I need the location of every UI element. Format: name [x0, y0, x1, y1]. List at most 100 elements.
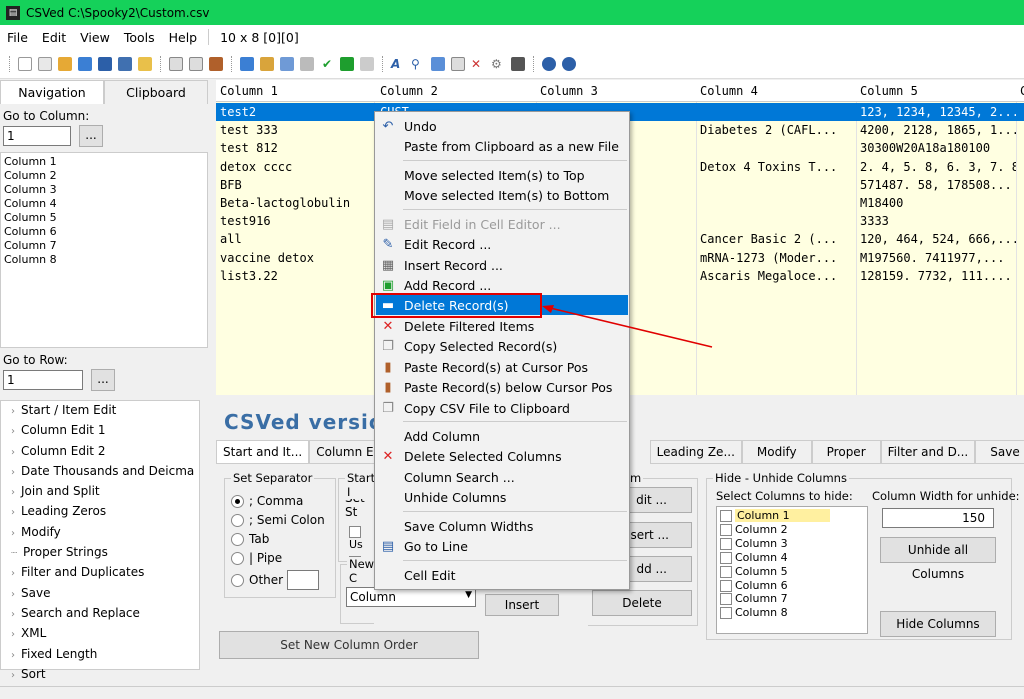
- table-cell[interactable]: Ascaris Megaloce...: [696, 267, 856, 285]
- menu-file[interactable]: File: [0, 30, 35, 45]
- table-cell[interactable]: [696, 212, 856, 230]
- table-cell[interactable]: test 812: [216, 139, 374, 157]
- delete-item-button[interactable]: Delete: [592, 590, 692, 616]
- other-separator-input[interactable]: [287, 570, 320, 590]
- menu-item-go-to-line[interactable]: ▤ Go to Line: [376, 536, 628, 556]
- list-item[interactable]: Column 3: [1, 183, 207, 197]
- tree-item[interactable]: › Sort: [1, 665, 199, 685]
- hide-column-item[interactable]: Column 1: [720, 509, 867, 523]
- table-cell[interactable]: all: [216, 230, 374, 248]
- hide-column-item[interactable]: Column 4: [720, 551, 867, 565]
- column-header[interactable]: Column 1: [216, 80, 374, 98]
- table-cell[interactable]: BFB: [216, 176, 374, 194]
- hide-column-item[interactable]: Column 5: [720, 565, 867, 579]
- help-icon[interactable]: [542, 56, 556, 71]
- tab-leading-zeros[interactable]: Leading Ze...: [649, 440, 742, 464]
- insert-record-icon[interactable]: [300, 56, 314, 71]
- table-cell[interactable]: [696, 139, 856, 157]
- menu-item-copy-csv[interactable]: ❐ Copy CSV File to Clipboard: [376, 398, 628, 418]
- hide-column-item[interactable]: Column 6: [720, 579, 867, 593]
- tree-item[interactable]: › Filter and Duplicates: [1, 563, 199, 583]
- table-cell[interactable]: detox cccc: [216, 158, 374, 176]
- column-header[interactable]: Column 5: [856, 80, 1016, 98]
- table-cell[interactable]: M18400: [856, 194, 1016, 212]
- search-icon[interactable]: ⚲: [411, 57, 425, 71]
- radio-semicolon[interactable]: ; Semi Colon: [231, 513, 335, 527]
- table-cell[interactable]: 120, 464, 524, 666,...: [856, 230, 1016, 248]
- menu-item-undo[interactable]: ↶ Undo: [376, 116, 628, 136]
- column-header[interactable]: Column 4: [696, 80, 856, 98]
- menu-item-paste-new-file[interactable]: Paste from Clipboard as a new File: [376, 136, 628, 156]
- menu-tools[interactable]: Tools: [117, 30, 162, 45]
- table-cell[interactable]: M197560. 7411977,...: [856, 249, 1016, 267]
- hide-column-item[interactable]: Column 2: [720, 523, 867, 537]
- tab-start-item[interactable]: Start and It...: [216, 440, 310, 464]
- menu-item-paste-below[interactable]: ▮ Paste Record(s) below Cursor Pos: [376, 377, 628, 397]
- tab-save[interactable]: Save: [975, 440, 1024, 464]
- check-icon[interactable]: ✔: [320, 57, 334, 71]
- tree-item[interactable]: ┈ Proper Strings: [1, 543, 199, 563]
- table-cell[interactable]: 30300W20A18a180100: [856, 139, 1016, 157]
- menu-item-edit-field[interactable]: ▤ Edit Field in Cell Editor ...: [376, 214, 628, 234]
- tree-item[interactable]: › Modify: [1, 523, 199, 543]
- insert-column-button[interactable]: Insert: [485, 594, 559, 616]
- document-icon[interactable]: [451, 56, 465, 71]
- column-header[interactable]: C: [1016, 80, 1024, 98]
- tree-item[interactable]: › Column Edit 1: [1, 421, 199, 441]
- copy-file-icon[interactable]: [38, 56, 52, 71]
- table-cell[interactable]: mRNA-1273 (Moder...: [696, 249, 856, 267]
- save-icon[interactable]: [98, 56, 112, 71]
- save-as-icon[interactable]: [118, 56, 132, 71]
- font-icon[interactable]: A: [391, 57, 405, 71]
- column-list[interactable]: Column 1 Column 2 Column 3 Column 4 Colu…: [0, 152, 208, 348]
- list-item[interactable]: Column 2: [1, 169, 207, 183]
- list-item[interactable]: Column 1: [1, 155, 207, 169]
- hide-column-item[interactable]: Column 7: [720, 592, 867, 606]
- table-cell[interactable]: 571487. 58, 178508...: [856, 176, 1016, 194]
- menu-item-paste-at-cursor[interactable]: ▮ Paste Record(s) at Cursor Pos: [376, 357, 628, 377]
- tree-item[interactable]: › Column Edit 2: [1, 442, 199, 462]
- undo-icon[interactable]: [240, 56, 254, 71]
- radio-tab[interactable]: Tab: [231, 532, 335, 546]
- table-cell[interactable]: 123, 1234, 12345, 2...: [856, 103, 1016, 121]
- menu-item-save-widths[interactable]: Save Column Widths: [376, 516, 628, 536]
- table-cell[interactable]: list3.22: [216, 267, 374, 285]
- new-file-icon[interactable]: [18, 56, 32, 71]
- list-item[interactable]: Column 6: [1, 225, 207, 239]
- list-item[interactable]: Column 5: [1, 211, 207, 225]
- goto-column-input[interactable]: 1: [3, 126, 71, 146]
- column-width-input[interactable]: 150: [882, 508, 994, 528]
- info-icon[interactable]: [562, 56, 576, 71]
- table-cell[interactable]: 128159. 7732, 111....: [856, 267, 1016, 285]
- tree-item[interactable]: › Start / Item Edit: [1, 401, 199, 421]
- window-icon[interactable]: [169, 56, 183, 71]
- checkbox-icon[interactable]: [340, 56, 354, 71]
- list-item[interactable]: Column 4: [1, 197, 207, 211]
- table-cell[interactable]: test2: [216, 103, 374, 121]
- table-cell[interactable]: Detox 4 Toxins T...: [696, 158, 856, 176]
- table-cell[interactable]: 4200, 2128, 1865, 1...: [856, 121, 1016, 139]
- hide-column-item[interactable]: Column 8: [720, 606, 867, 620]
- menu-edit[interactable]: Edit: [35, 30, 73, 45]
- menu-item-unhide-columns[interactable]: Unhide Columns: [376, 487, 628, 507]
- columns-icon[interactable]: [431, 56, 445, 71]
- goto-row-button[interactable]: ...: [91, 369, 115, 391]
- tree-item[interactable]: › Fixed Length: [1, 645, 199, 665]
- tree-item[interactable]: › Date Thousands and Deicma: [1, 462, 199, 482]
- menu-item-insert-record[interactable]: ▦ Insert Record ...: [376, 255, 628, 275]
- table-cell[interactable]: test 333: [216, 121, 374, 139]
- tools-icon[interactable]: ✕: [471, 57, 485, 71]
- tab-clipboard[interactable]: Clipboard: [104, 80, 208, 104]
- table-cell[interactable]: [696, 103, 856, 121]
- gear-icon[interactable]: ⚙: [491, 57, 505, 71]
- tab-navigation[interactable]: Navigation: [0, 80, 104, 104]
- table-cell[interactable]: 3333: [856, 212, 1016, 230]
- column-header[interactable]: Column 2: [376, 80, 536, 98]
- menu-view[interactable]: View: [73, 30, 117, 45]
- tree-item[interactable]: › XML: [1, 624, 199, 644]
- window2-icon[interactable]: [189, 56, 203, 71]
- tab-modify[interactable]: Modify: [741, 440, 812, 464]
- goto-row-input[interactable]: 1: [3, 370, 83, 390]
- reload-icon[interactable]: [78, 56, 92, 71]
- menu-help[interactable]: Help: [162, 30, 205, 45]
